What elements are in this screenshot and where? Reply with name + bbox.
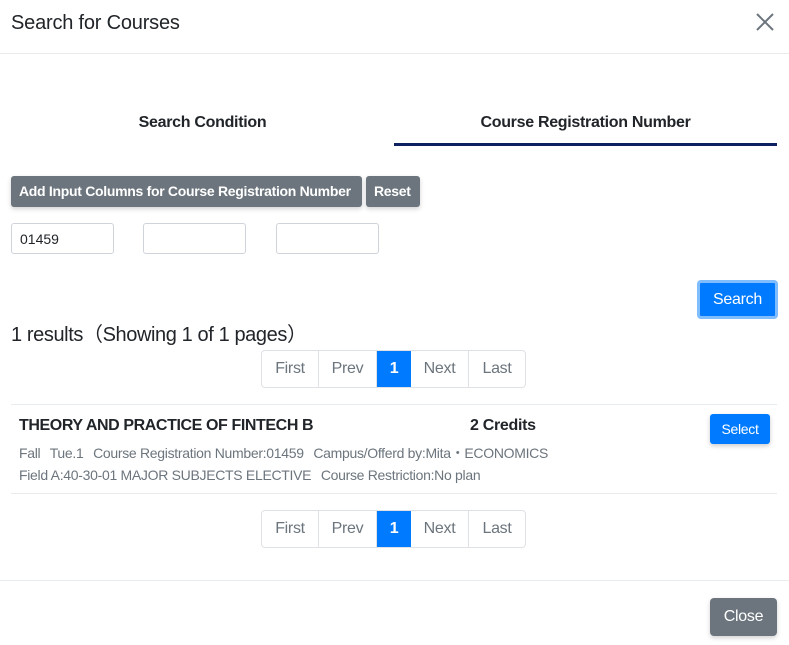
course-title: THEORY AND PRACTICE OF FINTECH B [19,417,314,434]
registration-number-input-3[interactable] [276,223,379,254]
registration-number-input-2[interactable] [143,223,246,254]
tab-course-registration-number[interactable]: Course Registration Number [394,106,777,146]
pagination-prev[interactable]: Prev [319,511,377,547]
results-summary: 1 results（Showing 1 of 1 pages） [11,324,307,346]
pagination-next[interactable]: Next [411,511,469,547]
pagination-last[interactable]: Last [469,351,525,387]
course-details-line-1: Fall Tue.1 Course Registration Number:01… [19,443,554,463]
course-field: Field A:40-30-01 MAJOR SUBJECTS ELECTIVE [19,467,312,483]
pagination-next[interactable]: Next [411,351,469,387]
reset-button[interactable]: Reset [366,176,420,207]
tab-search-condition[interactable]: Search Condition [11,106,394,146]
modal-title: Search for Courses [11,12,180,34]
select-course-button[interactable]: Select [710,414,770,444]
pagination-first[interactable]: First [262,351,319,387]
modal-footer: Close [0,580,789,645]
course-registration-number: Course Registration Number:01459 [93,445,304,461]
pagination-page-current[interactable]: 1 [377,511,411,547]
search-button[interactable]: Search [697,280,778,319]
pagination-first[interactable]: First [262,511,319,547]
tab-bar: Search Condition Course Registration Num… [11,106,777,146]
pagination-prev[interactable]: Prev [319,351,377,387]
course-credits: 2 Credits [470,417,536,434]
course-list-item: THEORY AND PRACTICE OF FINTECH B 2 Credi… [11,404,777,494]
pagination-page-current[interactable]: 1 [377,351,411,387]
modal-header: Search for Courses [0,0,789,54]
course-period: Tue.1 [49,445,84,461]
pagination-bottom: First Prev 1 Next Last [261,510,526,548]
close-x-icon[interactable] [752,8,778,36]
add-input-columns-button[interactable]: Add Input Columns for Course Registratio… [11,176,362,207]
course-campus: Campus/Offerd by:Mita・ECONOMICS [313,445,549,461]
pagination-top: First Prev 1 Next Last [261,350,526,388]
course-restriction: Course Restriction:No plan [320,467,481,483]
course-term: Fall [19,445,41,461]
pagination-last[interactable]: Last [469,511,525,547]
course-details-line-2: Field A:40-30-01 MAJOR SUBJECTS ELECTIVE… [19,467,486,483]
registration-number-input-1[interactable] [11,223,114,254]
close-button[interactable]: Close [710,598,777,636]
